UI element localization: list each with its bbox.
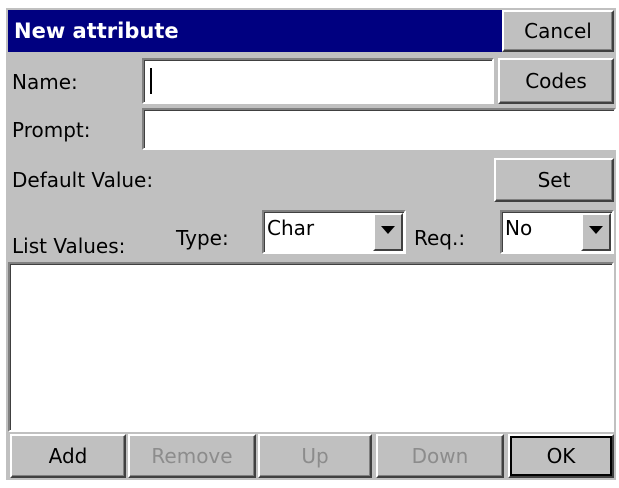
name-input[interactable] [142, 58, 494, 104]
cancel-button[interactable]: Cancel [502, 10, 614, 52]
list-values-listbox[interactable] [8, 262, 614, 432]
list-values-label: List Values: [12, 234, 126, 258]
req-dropdown-button[interactable] [581, 213, 611, 251]
ok-button[interactable]: OK [508, 434, 614, 478]
chevron-down-icon [381, 226, 395, 234]
name-label: Name: [12, 70, 78, 94]
up-button[interactable]: Up [258, 434, 372, 478]
remove-button[interactable]: Remove [128, 434, 256, 478]
dialog-title: New attribute [8, 10, 504, 52]
default-value-label: Default Value: [12, 168, 154, 192]
prompt-label: Prompt: [12, 118, 91, 142]
new-attribute-dialog: New attribute Cancel Name: Codes Prompt:… [6, 8, 616, 480]
req-select-value: No [505, 216, 533, 240]
add-button[interactable]: Add [10, 434, 126, 478]
type-label: Type: [176, 226, 229, 250]
prompt-input[interactable] [142, 108, 616, 150]
type-select[interactable]: Char [262, 210, 406, 254]
type-dropdown-button[interactable] [373, 213, 403, 251]
chevron-down-icon [589, 226, 603, 234]
req-select[interactable]: No [500, 210, 614, 254]
type-select-value: Char [267, 216, 315, 240]
text-caret [150, 68, 152, 94]
req-label: Req.: [414, 226, 466, 250]
codes-button[interactable]: Codes [498, 58, 614, 104]
down-button[interactable]: Down [376, 434, 504, 478]
set-button[interactable]: Set [494, 158, 614, 202]
